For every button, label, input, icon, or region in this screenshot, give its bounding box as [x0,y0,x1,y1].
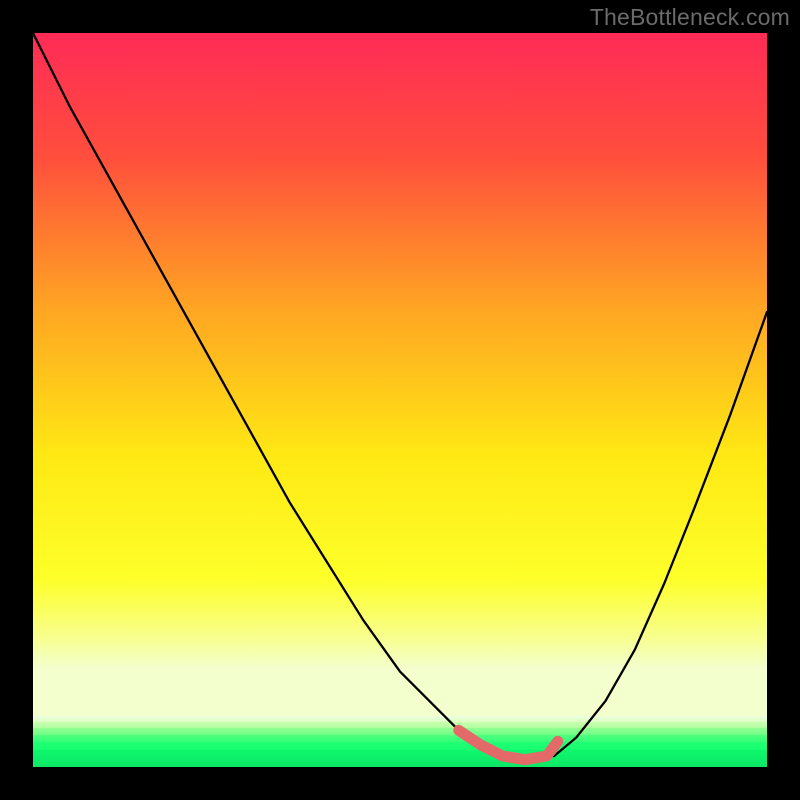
chart-frame: TheBottleneck.com [0,0,800,800]
watermark-text: TheBottleneck.com [590,4,790,31]
optimal-marker [459,730,558,759]
plot-area [33,33,767,767]
curve-layer [33,33,767,767]
bottleneck-curve [33,33,767,760]
